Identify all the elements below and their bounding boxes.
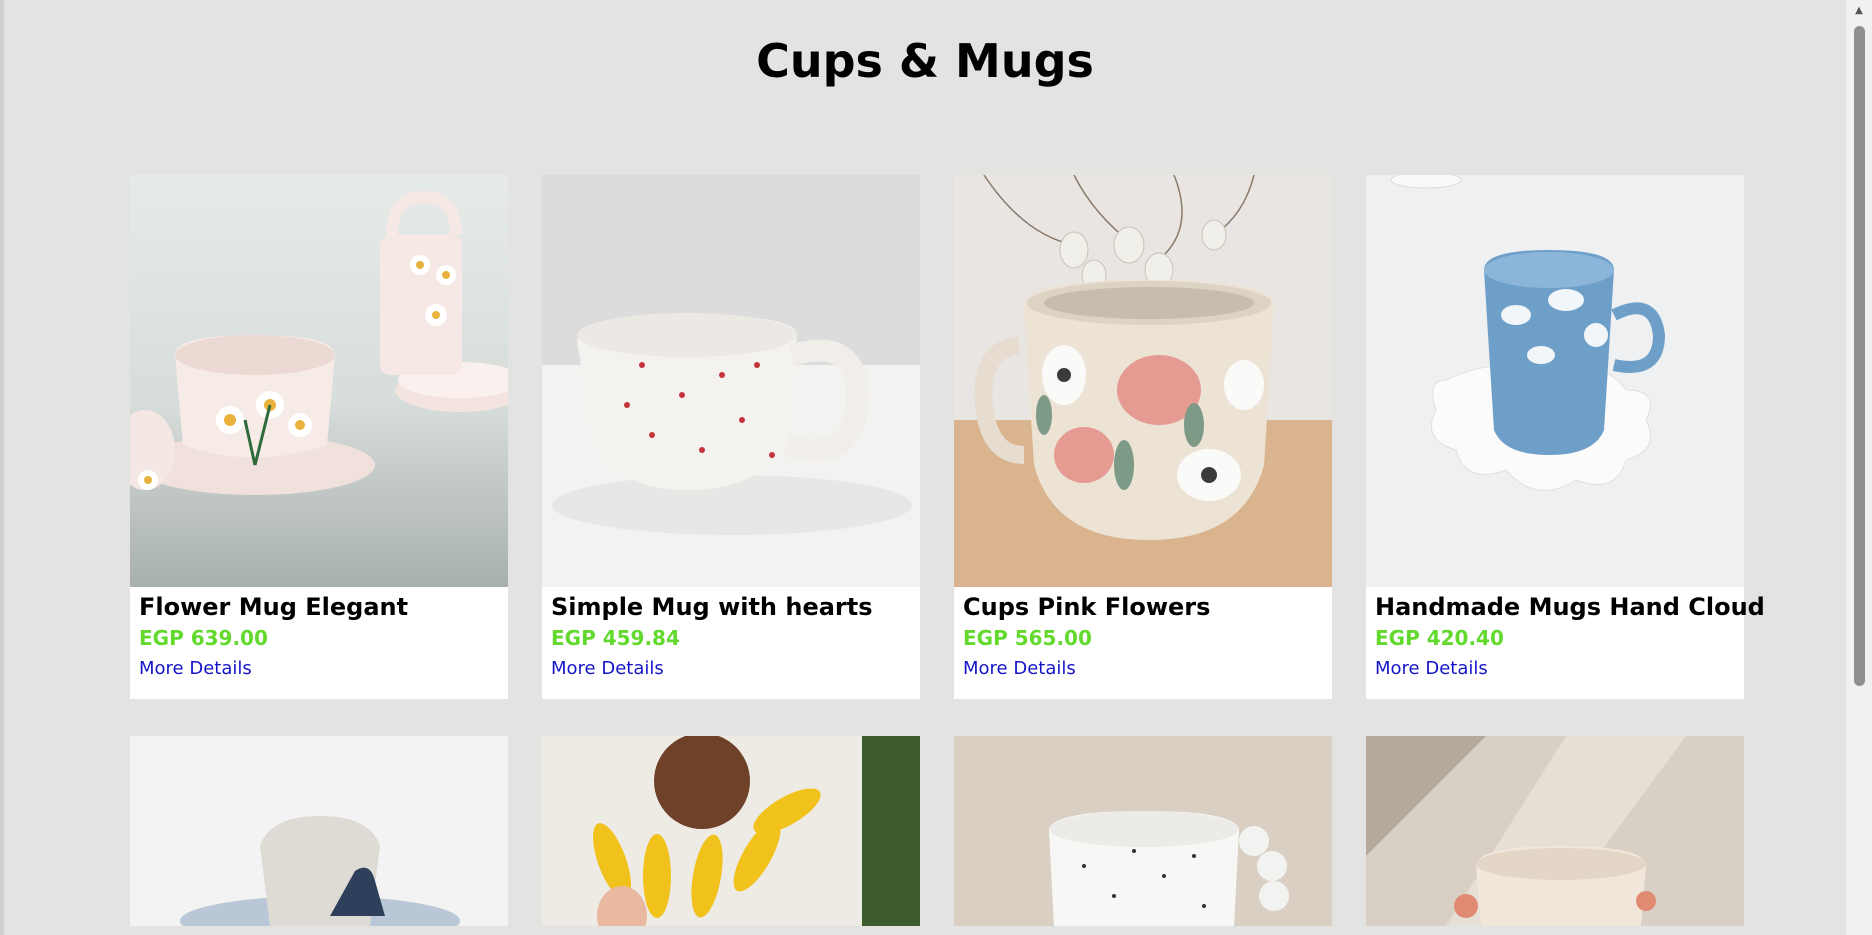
product-image[interactable] (542, 175, 920, 587)
product-card (130, 736, 508, 926)
product-price: EGP 420.40 (1375, 626, 1504, 650)
scrollbar-thumb[interactable] (1854, 26, 1865, 686)
more-details-link[interactable]: More Details (1375, 658, 1488, 679)
product-image[interactable] (130, 175, 508, 587)
product-price: EGP 565.00 (963, 626, 1092, 650)
product-name: Flower Mug Elegant (139, 593, 409, 621)
scrollbar[interactable]: ▲ (1846, 0, 1872, 935)
product-image[interactable] (1366, 736, 1744, 926)
product-image[interactable] (130, 736, 508, 926)
product-card: Cups Pink Flowers EGP 565.00 More Detail… (954, 175, 1332, 699)
product-grid: Flower Mug Elegant EGP 639.00 More Detai… (130, 175, 1765, 926)
product-image[interactable] (542, 736, 920, 926)
product-card (542, 736, 920, 926)
page: Cups & Mugs Flower Mug Elegant EGP 639.0… (4, 0, 1846, 935)
product-image[interactable] (954, 175, 1332, 587)
page-title: Cups & Mugs (756, 34, 1094, 88)
more-details-link[interactable]: More Details (551, 658, 664, 679)
more-details-link[interactable]: More Details (963, 658, 1076, 679)
scroll-up-arrow-icon[interactable]: ▲ (1852, 4, 1866, 18)
product-price: EGP 639.00 (139, 626, 268, 650)
product-image[interactable] (954, 736, 1332, 926)
product-image[interactable] (1366, 175, 1744, 587)
product-name: Simple Mug with hearts (551, 593, 873, 621)
product-card: Flower Mug Elegant EGP 639.00 More Detai… (130, 175, 508, 699)
product-price: EGP 459.84 (551, 626, 680, 650)
product-card (954, 736, 1332, 926)
product-card: Handmade Mugs Hand Cloud EGP 420.40 More… (1366, 175, 1765, 699)
more-details-link[interactable]: More Details (139, 658, 252, 679)
product-name: Cups Pink Flowers (963, 593, 1211, 621)
product-card: Simple Mug with hearts EGP 459.84 More D… (542, 175, 920, 699)
product-card (1366, 736, 1744, 926)
product-name: Handmade Mugs Hand Cloud (1375, 593, 1765, 621)
